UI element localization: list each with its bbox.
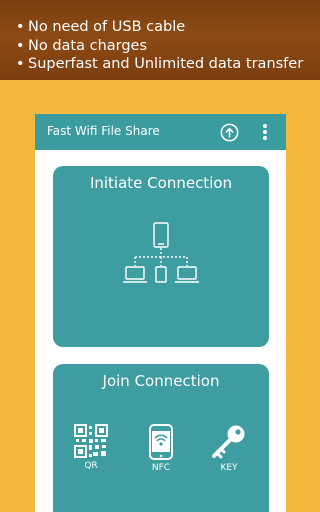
bullet: • [16, 19, 25, 35]
bullet: • [16, 37, 25, 54]
key-icon [212, 425, 245, 459]
feature-text: No need of USB cable [28, 19, 186, 35]
overflow-menu-icon[interactable] [258, 122, 272, 142]
feature-text: Superfast and Unlimited data transfer [28, 56, 304, 72]
feature-item: • No need of USB cable [16, 18, 320, 37]
qr-option[interactable]: QR [66, 424, 116, 471]
key-option[interactable]: KEY [204, 424, 254, 473]
join-connection-card: Join Connection QR NFC KEY [53, 364, 269, 512]
app-bar: Fast Wifi File Share [35, 114, 286, 150]
feature-item: • No data charges [16, 37, 320, 56]
nfc-phone-icon [149, 424, 173, 460]
bullet: • [16, 56, 25, 72]
nfc-label: NFC [151, 463, 171, 473]
feature-item: • Superfast and Unlimited data transfer [16, 55, 320, 74]
app-title: Fast Wifi File Share [47, 124, 160, 138]
upload-icon[interactable] [220, 123, 239, 142]
initiate-connection-card[interactable]: Initiate Connection [53, 166, 269, 347]
qr-code-icon [74, 424, 108, 458]
initiate-connection-title: Initiate Connection [89, 174, 233, 192]
feature-list: • No need of USB cable • No data charges •… [16, 18, 320, 74]
qr-label: QR [84, 461, 98, 471]
nfc-option[interactable]: NFC [136, 424, 186, 473]
join-connection-title: Join Connection [102, 372, 220, 390]
feature-text: No data charges [28, 37, 148, 54]
network-share-icon [123, 222, 199, 283]
phone-screen: Fast Wifi File Share Initiate Connection [35, 114, 286, 512]
promo-banner: • No need of USB cable • No data charges •… [0, 0, 320, 80]
key-label: KEY [220, 463, 238, 473]
